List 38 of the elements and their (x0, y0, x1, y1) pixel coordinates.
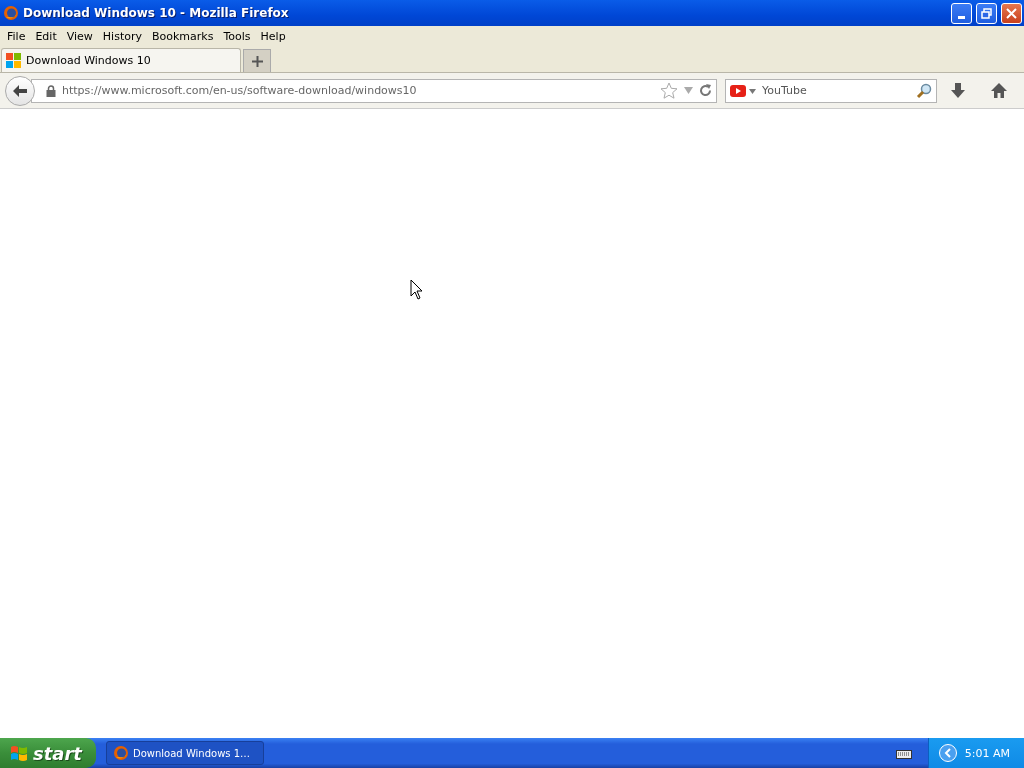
menu-item[interactable]: Help (255, 29, 291, 43)
restore-button[interactable] (976, 2, 997, 24)
download-icon[interactable] (951, 82, 965, 99)
new-tab-button[interactable] (243, 49, 271, 72)
menu-item[interactable]: Edit (30, 29, 62, 43)
keyboard-icon[interactable] (895, 747, 912, 759)
browser-tab[interactable]: Download Windows 10 (1, 48, 241, 72)
menu-item[interactable]: History (97, 29, 147, 43)
start-button[interactable]: start (0, 738, 96, 768)
address-bar[interactable]: https://www.microsoft.com/en-us/software-download/windows10 (31, 78, 717, 103)
reload-icon[interactable] (699, 84, 712, 97)
back-button[interactable] (5, 75, 35, 106)
flag-logo-icon (10, 744, 28, 762)
close-button[interactable] (1001, 2, 1022, 24)
menu-item[interactable]: Bookmarks (147, 29, 219, 43)
four-squares-icon (6, 53, 21, 68)
window-title: Download Windows 10 - Mozilla Firefox (23, 6, 290, 20)
clock: 5:01 AM (964, 746, 1010, 760)
dropdown-arrow-icon[interactable] (749, 88, 756, 94)
back-arrow-icon (12, 83, 28, 98)
minimize-button[interactable] (951, 2, 972, 24)
close-icon (1006, 7, 1017, 19)
restore-icon (981, 7, 992, 19)
minimize-icon (958, 15, 965, 19)
star-icon[interactable] (660, 82, 678, 99)
firefox-icon (3, 5, 19, 21)
search-field[interactable]: YouTube (725, 78, 937, 103)
search-icon[interactable] (916, 82, 932, 99)
menu-item[interactable]: View (61, 29, 98, 43)
menu-item[interactable]: File (2, 29, 31, 43)
home-icon[interactable] (991, 83, 1007, 98)
plus-icon (251, 55, 263, 67)
lock-icon (46, 84, 56, 97)
taskbar-button[interactable]: Download Windows 1… (106, 741, 264, 765)
mouse-cursor-icon (410, 279, 424, 301)
firefox-icon (113, 745, 129, 761)
chevron-left-icon[interactable] (938, 744, 957, 762)
menu-item[interactable]: Tools (218, 29, 256, 43)
